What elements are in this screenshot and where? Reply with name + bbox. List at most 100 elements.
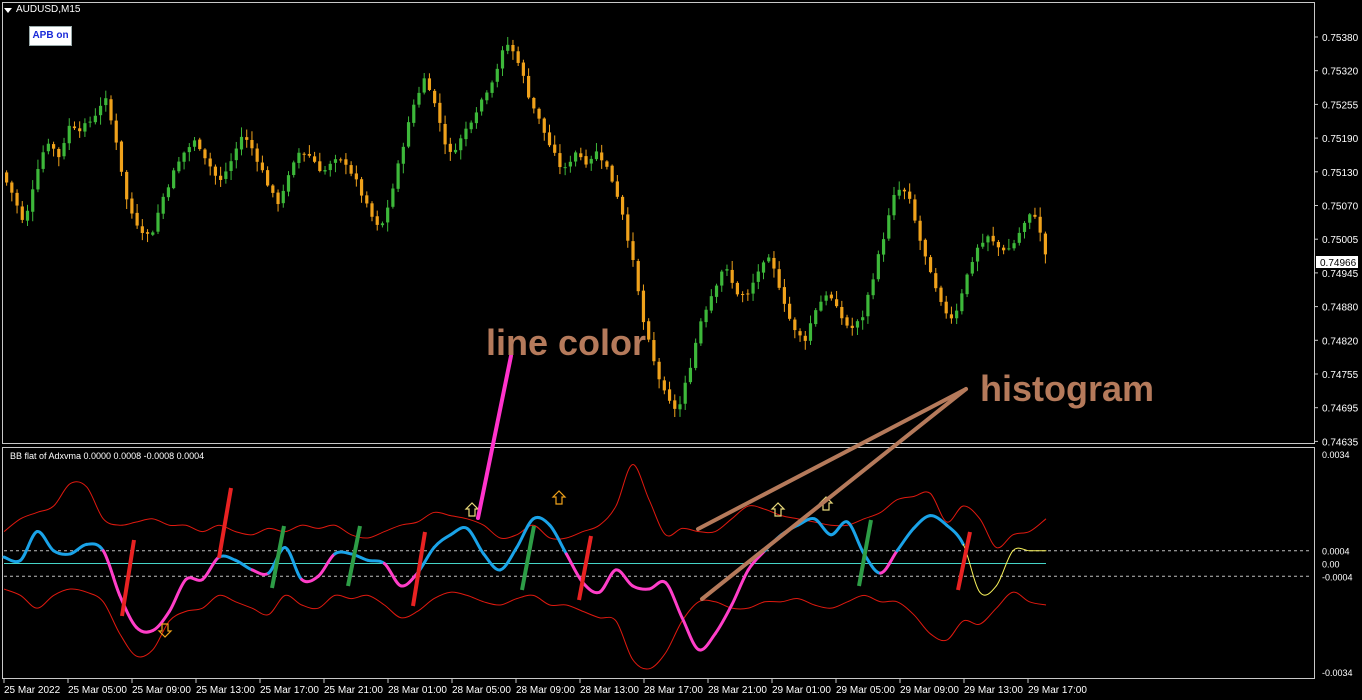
price-tick-label: 0.74820 bbox=[1322, 336, 1359, 347]
candle-body bbox=[151, 232, 155, 235]
candle-body bbox=[887, 215, 891, 239]
candle-body bbox=[83, 123, 87, 132]
candle-body bbox=[975, 247, 980, 262]
time-tick-label: 28 Mar 21:00 bbox=[708, 685, 767, 696]
candle-body bbox=[1012, 243, 1016, 249]
candle-body bbox=[464, 128, 468, 140]
candle-body bbox=[553, 144, 557, 153]
candle-body bbox=[573, 152, 578, 162]
symbol-title[interactable]: AUDUSD,M15 bbox=[4, 3, 80, 17]
candle-body bbox=[245, 137, 249, 140]
candle-body bbox=[72, 126, 77, 129]
candle-body bbox=[213, 166, 218, 176]
candle bbox=[928, 254, 933, 274]
candle-body bbox=[88, 121, 92, 123]
candle-body bbox=[448, 143, 452, 152]
candle-body bbox=[370, 203, 374, 217]
candle-body bbox=[474, 112, 479, 124]
time-tick-label: 25 Mar 2022 bbox=[4, 685, 61, 696]
candle-body bbox=[396, 163, 400, 189]
time-tick-label: 28 Mar 17:00 bbox=[644, 685, 703, 696]
candle-body bbox=[527, 75, 531, 98]
candle-body bbox=[944, 301, 948, 314]
candle-body bbox=[1043, 233, 1047, 255]
candle-body bbox=[782, 287, 786, 304]
candle-body bbox=[652, 340, 656, 362]
candle-body bbox=[10, 182, 14, 193]
candle-body bbox=[380, 223, 385, 226]
candle-body bbox=[412, 104, 416, 123]
time-tick-label: 29 Mar 09:00 bbox=[900, 685, 959, 696]
annotation-line-color: line color bbox=[486, 322, 646, 363]
candle-body bbox=[31, 189, 35, 212]
candle-body bbox=[208, 158, 212, 167]
candle-body bbox=[720, 271, 724, 286]
candle-body bbox=[594, 151, 599, 160]
candle bbox=[396, 160, 400, 193]
candle-body bbox=[814, 310, 818, 325]
candle-body bbox=[824, 295, 828, 301]
candle-body bbox=[793, 319, 797, 331]
candle-body bbox=[861, 317, 865, 321]
candle-body bbox=[558, 153, 562, 168]
candle-body bbox=[182, 152, 186, 162]
candle-body bbox=[871, 279, 875, 296]
candle-body bbox=[876, 254, 880, 280]
candle bbox=[694, 338, 698, 371]
candle-body bbox=[333, 159, 338, 163]
time-tick-label: 28 Mar 05:00 bbox=[452, 685, 511, 696]
candle-body bbox=[109, 99, 113, 121]
time-tick-label: 25 Mar 05:00 bbox=[68, 685, 127, 696]
candle bbox=[647, 318, 651, 343]
time-tick-label: 29 Mar 13:00 bbox=[964, 685, 1023, 696]
candle-body bbox=[349, 165, 353, 174]
apb-toggle-button[interactable]: APB on bbox=[29, 26, 72, 46]
candle-body bbox=[918, 220, 922, 241]
candle-body bbox=[589, 158, 593, 164]
candle-body bbox=[741, 294, 745, 296]
candle-body bbox=[1028, 214, 1032, 223]
candle-body bbox=[98, 105, 103, 116]
time-tick-label: 28 Mar 09:00 bbox=[516, 685, 575, 696]
candle-body bbox=[386, 207, 390, 223]
candle-body bbox=[219, 175, 223, 180]
candle-body bbox=[840, 306, 844, 319]
candle-body bbox=[970, 262, 974, 274]
candle-body bbox=[438, 102, 442, 123]
candle-body bbox=[532, 97, 536, 109]
price-tick-label: 0.75130 bbox=[1322, 168, 1359, 179]
candle-body bbox=[772, 257, 776, 269]
indicator-line-segment bbox=[333, 550, 353, 556]
candle-body bbox=[480, 99, 484, 112]
candle-body bbox=[312, 156, 317, 162]
candle bbox=[172, 167, 176, 190]
price-tick-label: 0.75005 bbox=[1322, 235, 1359, 246]
candle-body bbox=[777, 269, 781, 288]
candle-body bbox=[302, 153, 306, 155]
candle-body bbox=[469, 122, 473, 130]
chevron-down-icon[interactable] bbox=[4, 7, 12, 13]
candle-body bbox=[130, 198, 134, 214]
candle-body bbox=[866, 294, 870, 317]
candle-body bbox=[751, 282, 755, 294]
candle-body bbox=[1033, 214, 1037, 217]
candle-body bbox=[928, 257, 933, 273]
annotation-histogram: histogram bbox=[980, 368, 1154, 409]
chart-canvas[interactable]: 0.75380 0.75320 0.75255 0.75190 0.75130 0.750… bbox=[0, 0, 1362, 700]
candle bbox=[198, 137, 202, 151]
candle-body bbox=[140, 226, 144, 233]
candle-body bbox=[955, 310, 959, 319]
price-tick-label: 0.74755 bbox=[1322, 370, 1359, 381]
candle-body bbox=[641, 290, 646, 323]
candle-body bbox=[584, 156, 588, 165]
candle-body bbox=[730, 269, 734, 283]
candle-body bbox=[897, 189, 901, 196]
price-tick-label: 0.75190 bbox=[1322, 134, 1359, 145]
candle-body bbox=[965, 274, 969, 295]
candle-body bbox=[788, 303, 792, 319]
candle-body bbox=[365, 195, 369, 204]
candle-body bbox=[694, 342, 698, 368]
candle-body bbox=[119, 141, 124, 172]
candle-body bbox=[156, 212, 160, 232]
candle-body bbox=[892, 194, 896, 216]
